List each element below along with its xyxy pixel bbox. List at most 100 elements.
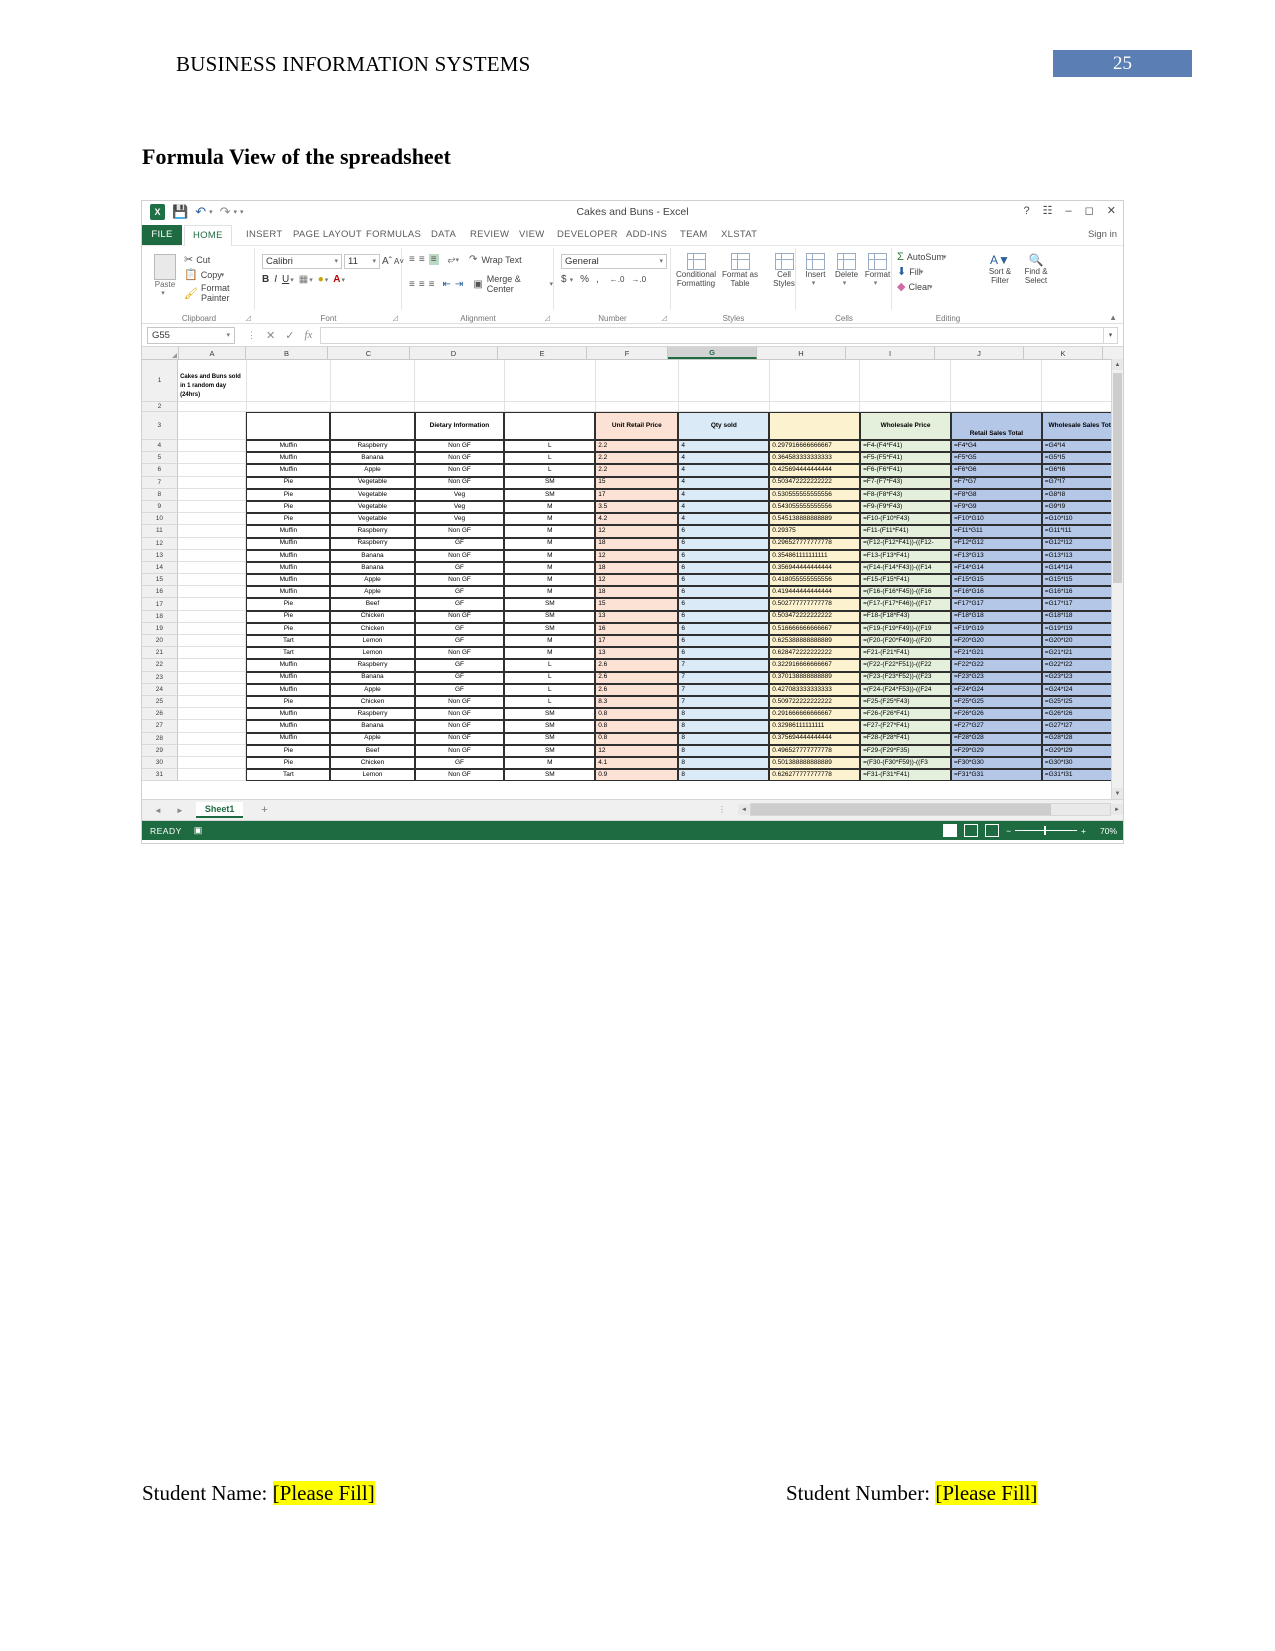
cell-a27[interactable]	[177, 720, 247, 733]
row-header-2[interactable]: 2	[142, 402, 179, 412]
cell-e13[interactable]: M	[504, 549, 596, 562]
cell-h4[interactable]: 0.297916666666667	[769, 440, 861, 453]
cell-f1[interactable]	[595, 360, 679, 402]
font-color-icon[interactable]: A	[333, 274, 340, 285]
cell-e20[interactable]: M	[504, 635, 596, 648]
cell-f12[interactable]: 18	[595, 537, 679, 550]
cell-c27[interactable]: Banana	[330, 720, 415, 733]
cell-a4[interactable]	[177, 440, 247, 453]
increase-indent-icon[interactable]: ⇥	[455, 279, 463, 290]
row-header-30[interactable]: 30	[142, 756, 178, 770]
cell-d14[interactable]: GF	[414, 561, 505, 575]
cell-e29[interactable]: SM	[504, 744, 596, 757]
format-as-table-button[interactable]: Format as Table	[720, 253, 760, 288]
cell-b5[interactable]: Muffin	[246, 452, 331, 465]
cell-j10[interactable]: =F10*G10	[950, 513, 1042, 526]
cell-e5[interactable]: L	[504, 452, 596, 465]
align-right-icon[interactable]: ≡	[429, 279, 435, 290]
cell-d25[interactable]: Non GF	[414, 695, 505, 709]
tab-split-grip-icon[interactable]: ⋮	[718, 805, 727, 814]
cell-b22[interactable]: Muffin	[246, 659, 331, 672]
cell-g27[interactable]: 8	[678, 720, 770, 733]
row-header-20[interactable]: 20	[142, 635, 178, 648]
cell-b1[interactable]	[247, 360, 332, 402]
cell-j16[interactable]: =F16*G16	[950, 586, 1042, 599]
cell-h15[interactable]: 0.418055555555556	[769, 574, 861, 587]
row-header-26[interactable]: 26	[142, 708, 178, 721]
cell-h6[interactable]: 0.425694444444444	[769, 464, 861, 477]
number-format-select[interactable]: General ▾	[561, 254, 667, 269]
page-break-preview-icon[interactable]	[985, 824, 1000, 837]
cell-d6[interactable]: Non GF	[414, 464, 505, 477]
table-row[interactable]: 20 Tart Lemon GF M 17 6 0.625388888888889 =(F20-…	[142, 635, 1123, 648]
cell-b24[interactable]: Muffin	[246, 683, 331, 696]
cell-b13[interactable]: Muffin	[246, 549, 331, 562]
zoom-track[interactable]	[1015, 826, 1078, 835]
cell-c6[interactable]: Apple	[330, 464, 415, 477]
cell-a26[interactable]	[177, 708, 247, 721]
underline-chevron-down-icon[interactable]: ▾	[290, 276, 294, 284]
column-header-b[interactable]: B	[246, 347, 328, 359]
cell-g19[interactable]: 6	[678, 622, 770, 635]
table-row[interactable]: 30 Pie Chicken GF M 4.1 8 0.501388888888889 =(F3…	[142, 756, 1123, 770]
increase-decimal-icon[interactable]: ←.0	[610, 275, 625, 284]
merge-center-label[interactable]: Merge & Center	[487, 274, 550, 294]
cell-c23[interactable]: Banana	[330, 671, 415, 684]
cell-a29[interactable]	[177, 744, 247, 757]
scroll-left-icon[interactable]: ◄	[738, 804, 750, 815]
cell-i8[interactable]: =F8-(F8*F43)	[860, 488, 951, 501]
normal-view-icon[interactable]	[943, 824, 958, 837]
column-header-j[interactable]: J	[935, 347, 1024, 359]
cell-a23[interactable]	[177, 671, 247, 684]
cell-j28[interactable]: =F28*G28	[950, 732, 1042, 745]
cell-e30[interactable]: M	[504, 756, 596, 770]
cell-d31[interactable]: Non GF	[414, 769, 505, 782]
cell-f9[interactable]: 3.5	[595, 500, 679, 514]
tab-formulas[interactable]: FORMULAS	[358, 225, 429, 245]
cell-b28[interactable]: Muffin	[246, 732, 331, 745]
cell-g16[interactable]: 6	[678, 586, 770, 599]
row-header-17[interactable]: 17	[142, 598, 178, 611]
cell-i30[interactable]: =(F30-(F30*F59))-((F3	[860, 756, 951, 770]
cell-e28[interactable]: SM	[504, 732, 596, 745]
page-layout-view-icon[interactable]	[964, 824, 979, 837]
cell-h22[interactable]: 0.322916666666667	[769, 659, 861, 672]
cell-g1[interactable]	[678, 360, 770, 402]
cell-c11[interactable]: Raspberry	[330, 525, 415, 538]
fill-chevron-down-icon[interactable]: ▾	[920, 268, 924, 276]
vertical-scroll-thumb[interactable]	[1113, 373, 1122, 583]
cell-i2[interactable]	[860, 402, 952, 412]
cell-e15[interactable]: M	[504, 574, 596, 587]
cell-j8[interactable]: =F8*G8	[950, 488, 1042, 501]
cell-g22[interactable]: 7	[678, 659, 770, 672]
cell-j12[interactable]: =F12*G12	[950, 537, 1042, 550]
table-row[interactable]: 1 Cakes and Buns sold in 1 random day (2…	[142, 360, 1123, 402]
cell-f31[interactable]: 0.9	[595, 769, 679, 782]
cell-d10[interactable]: Veg	[414, 513, 505, 526]
cell-g7[interactable]: 4	[678, 476, 770, 489]
select-all-corner[interactable]	[142, 347, 179, 359]
table-row[interactable]: 4 Muffin Raspberry Non GF L 2.2 4 0.29791666666…	[142, 440, 1123, 453]
table-row[interactable]: 24 Muffin Apple GF L 2.6 7 0.427083333333333 =(F…	[142, 683, 1123, 696]
cell-e6[interactable]: L	[504, 464, 596, 477]
cell-c17[interactable]: Beef	[330, 598, 415, 611]
format-painter-button[interactable]: 🖌 Format Painter	[184, 283, 254, 303]
wrap-text-label[interactable]: Wrap Text	[481, 255, 521, 265]
percent-icon[interactable]: %	[580, 274, 589, 285]
cell-e11[interactable]: M	[504, 525, 596, 538]
cell-d28[interactable]: Non GF	[414, 732, 505, 745]
table-row[interactable]: 10 Pie Vegetable Veg M 4.2 4 0.545138888888889 =…	[142, 513, 1123, 526]
next-sheet-icon[interactable]: ►	[176, 806, 184, 815]
cell-g25[interactable]: 7	[678, 695, 770, 709]
cell-g26[interactable]: 8	[678, 708, 770, 721]
currency-chevron-down-icon[interactable]: ▾	[570, 276, 574, 284]
worksheet-grid[interactable]: A B C D E F G H I J K 1 Cakes and Buns s…	[142, 347, 1123, 800]
cell-d12[interactable]: GF	[414, 537, 505, 550]
cell-f26[interactable]: 0.8	[595, 708, 679, 721]
sheet-nav-buttons[interactable]: ◄ ►	[154, 806, 184, 815]
macro-record-icon[interactable]: ▣	[194, 825, 203, 836]
row-header-9[interactable]: 9	[142, 500, 178, 514]
cell-b19[interactable]: Pie	[246, 622, 331, 635]
cell-j2[interactable]	[951, 402, 1043, 412]
clear-button[interactable]: ◆ Clear ▾	[897, 280, 946, 293]
